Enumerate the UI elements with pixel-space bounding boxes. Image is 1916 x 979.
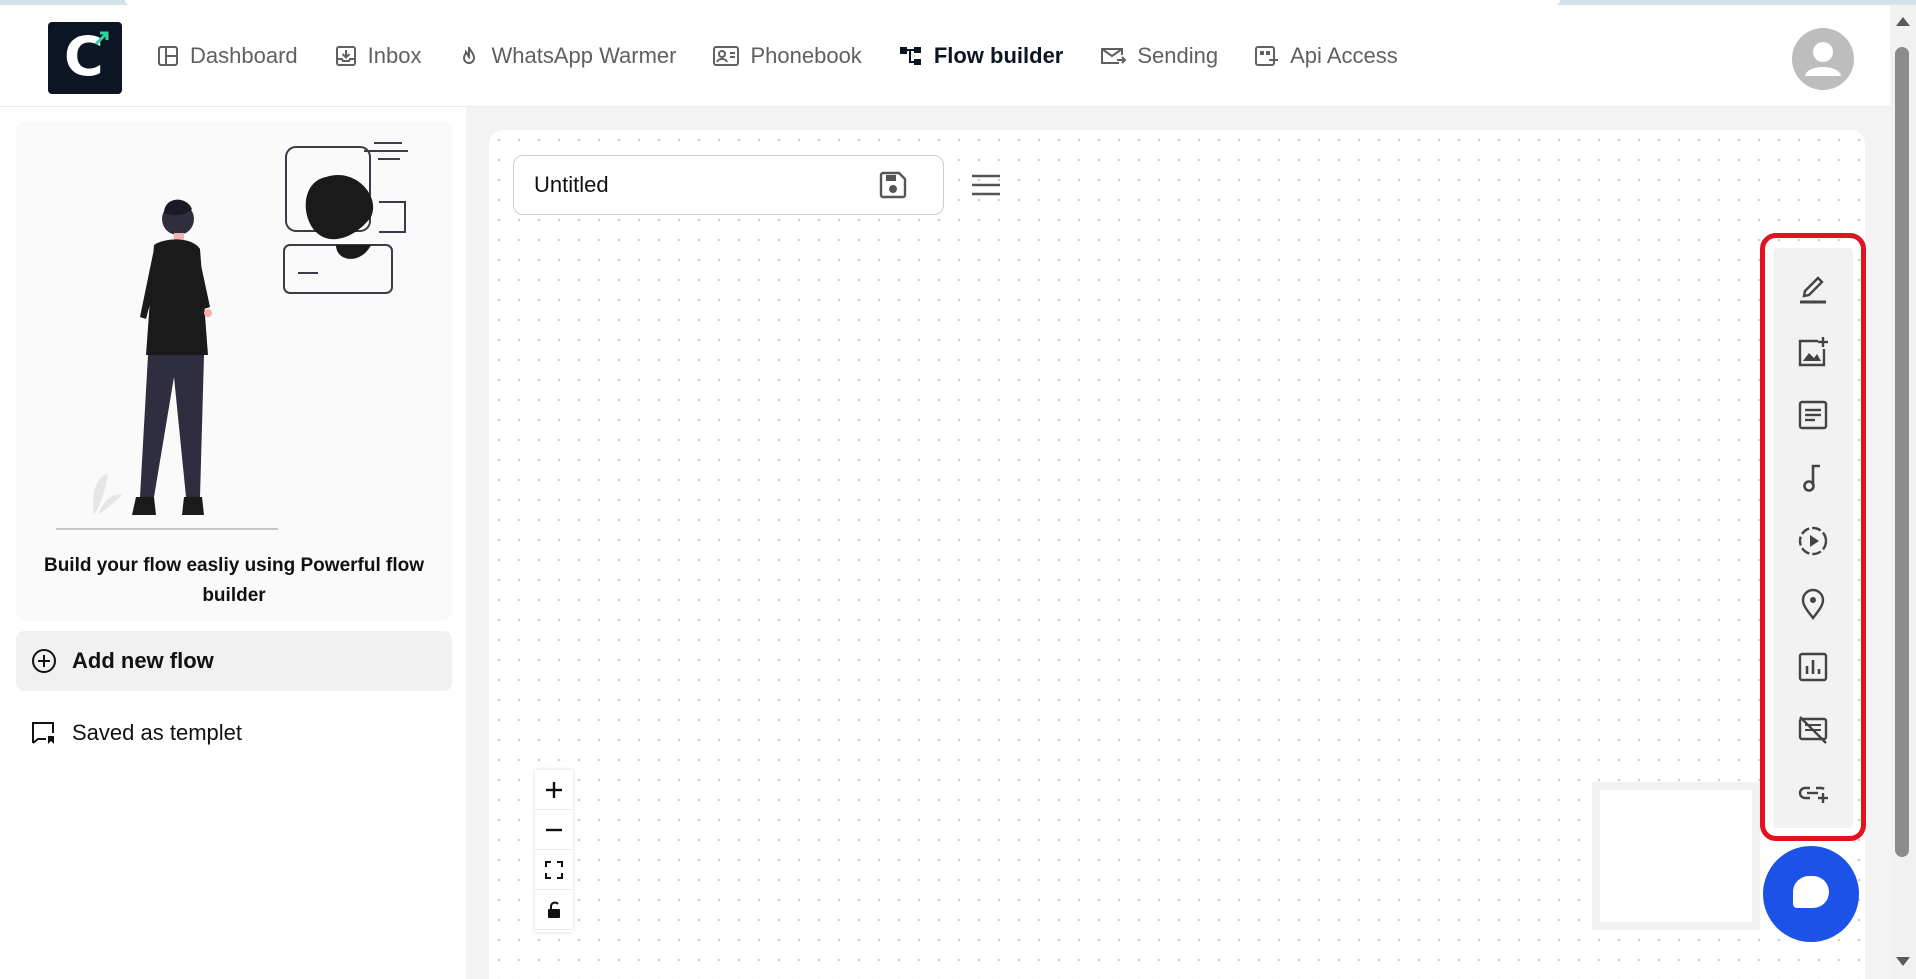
nav-phonebook[interactable]: Phonebook — [712, 43, 862, 69]
nav-sending[interactable]: Sending — [1099, 43, 1218, 69]
promo-text: Build your flow easliy using Powerful fl… — [43, 555, 425, 606]
promo-card: Build your flow easliy using Powerful fl… — [16, 121, 452, 621]
main-nav: Dashboard Inbox WhatsApp Warmer Phoneboo… — [156, 43, 1434, 69]
nav-inbox[interactable]: Inbox — [334, 43, 422, 69]
nav-whatsapp-warmer-label: WhatsApp Warmer — [491, 43, 677, 68]
user-avatar[interactable] — [1792, 28, 1854, 90]
inbox-icon — [335, 46, 356, 66]
minimap[interactable] — [1592, 782, 1760, 930]
logo-arrow-icon — [94, 31, 109, 46]
nav-dashboard-label: Dashboard — [190, 43, 298, 68]
contact-card-icon — [713, 46, 740, 66]
fit-view-icon — [545, 860, 563, 879]
minus-icon — [546, 828, 562, 831]
nav-api-access[interactable]: Api Access — [1254, 43, 1398, 69]
zoom-out-button[interactable] — [535, 810, 573, 850]
lock-button[interactable] — [535, 890, 573, 930]
user-icon — [1805, 42, 1841, 76]
saved-template-icon — [32, 722, 54, 744]
top-navbar: C Dashboard Inbox WhatsApp Warmer Phoneb… — [0, 5, 1890, 107]
flow-title-input[interactable] — [534, 172, 854, 198]
scroll-thumb[interactable] — [1895, 47, 1909, 857]
nav-sending-label: Sending — [1137, 43, 1219, 68]
nav-inbox-label: Inbox — [367, 43, 422, 68]
nav-flow-builder[interactable]: Flow builder — [898, 43, 1064, 69]
flame-icon — [463, 46, 476, 64]
add-new-flow-label: Add new flow — [72, 648, 214, 673]
nav-dashboard[interactable]: Dashboard — [156, 43, 298, 69]
fit-view-button[interactable] — [535, 850, 573, 890]
zoom-in-button[interactable] — [535, 770, 573, 810]
api-icon — [1255, 46, 1279, 66]
tool-palette-highlight — [1760, 233, 1866, 841]
sidebar: Build your flow easliy using Powerful fl… — [0, 107, 466, 979]
nav-api-access-label: Api Access — [1290, 43, 1398, 68]
save-icon[interactable] — [878, 170, 908, 200]
hamburger-menu-icon[interactable] — [970, 172, 1002, 198]
send-mail-icon — [1101, 48, 1127, 64]
page-scrollbar[interactable] — [1890, 5, 1916, 979]
unlock-icon — [548, 901, 560, 918]
woman-illustration — [56, 142, 408, 530]
saved-templates-button[interactable]: Saved as templet — [16, 703, 452, 763]
chat-support-button[interactable] — [1763, 846, 1859, 942]
add-circle-icon — [32, 649, 56, 673]
brand-logo[interactable]: C — [48, 22, 122, 94]
nav-phonebook-label: Phonebook — [750, 43, 862, 68]
scroll-up-arrow[interactable] — [1896, 17, 1910, 26]
saved-templates-label: Saved as templet — [72, 720, 242, 745]
nav-whatsapp-warmer[interactable]: WhatsApp Warmer — [457, 43, 676, 69]
chat-bubble-icon — [1793, 876, 1829, 908]
nav-flow-builder-label: Flow builder — [933, 43, 1064, 68]
scroll-down-arrow[interactable] — [1896, 957, 1910, 966]
flow-icon — [899, 47, 921, 65]
plus-icon — [546, 781, 562, 798]
zoom-controls — [535, 770, 573, 932]
add-new-flow-button[interactable]: Add new flow — [16, 631, 452, 691]
dashboard-icon — [158, 46, 178, 66]
